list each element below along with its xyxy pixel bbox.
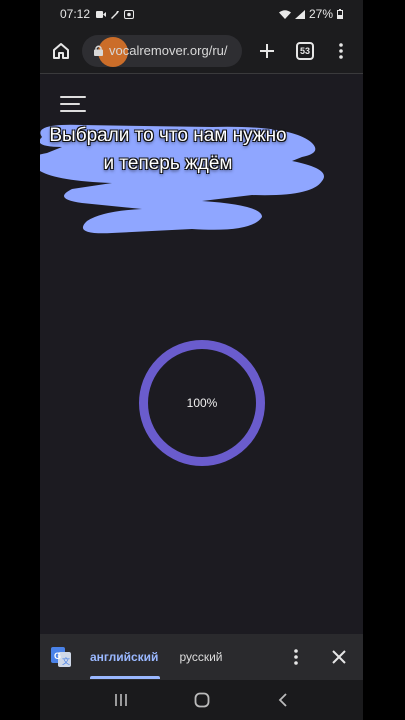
recents-icon bbox=[114, 694, 127, 706]
menu-icon[interactable] bbox=[60, 96, 86, 112]
caption-line-2: и теперь ждём bbox=[103, 153, 233, 174]
status-time: 07:12 bbox=[60, 7, 91, 21]
svg-text:G: G bbox=[54, 651, 61, 661]
home-nav-button[interactable] bbox=[190, 688, 214, 712]
home-icon bbox=[53, 42, 69, 59]
plus-icon bbox=[260, 43, 274, 58]
status-notification-icons bbox=[96, 9, 135, 19]
back-icon bbox=[278, 693, 287, 707]
new-tab-button[interactable] bbox=[252, 36, 282, 66]
tabs-button[interactable]: 53 bbox=[290, 36, 320, 66]
recents-button[interactable] bbox=[109, 688, 133, 712]
progress-percent: 100% bbox=[186, 396, 218, 410]
address-bar[interactable]: vocalremover.org/ru/ bbox=[82, 34, 242, 67]
back-button[interactable] bbox=[271, 688, 295, 712]
home-circle-icon bbox=[194, 692, 209, 708]
video-caption: Выбрали то что нам нужно и теперь ждём bbox=[40, 122, 328, 178]
battery-percent: 27% bbox=[308, 7, 333, 21]
web-page: Выбрали то что нам нужно и теперь ждём 1… bbox=[40, 74, 363, 634]
phone-screen: 07:12 27% vocalremover.org/ru/ 53 Выбрал… bbox=[40, 0, 363, 720]
lock-icon bbox=[94, 45, 103, 56]
close-icon[interactable] bbox=[330, 648, 348, 666]
wrench-icon bbox=[111, 10, 120, 19]
video-icon bbox=[96, 10, 107, 18]
url-text: vocalremover.org/ru/ bbox=[109, 43, 228, 58]
battery-icon bbox=[337, 9, 343, 19]
signal-icon bbox=[294, 9, 305, 19]
translate-bar: G 文 английский русский bbox=[40, 634, 363, 680]
svg-text:文: 文 bbox=[62, 656, 70, 666]
wifi-icon bbox=[278, 9, 291, 19]
caption-line-1: Выбрали то что нам нужно bbox=[49, 125, 287, 146]
status-bar: 07:12 27% bbox=[40, 0, 363, 28]
status-system-icons: 27% bbox=[278, 7, 343, 21]
translate-more-icon[interactable] bbox=[288, 648, 304, 666]
gallery-icon bbox=[124, 9, 135, 19]
browser-menu-button[interactable] bbox=[326, 36, 356, 66]
tabs-icon: 53 bbox=[296, 41, 314, 60]
home-button[interactable] bbox=[46, 36, 76, 66]
browser-toolbar: vocalremover.org/ru/ 53 bbox=[40, 28, 363, 74]
tab-lang-english[interactable]: английский bbox=[90, 650, 161, 679]
more-vert-icon bbox=[339, 42, 343, 59]
tab-lang-russian[interactable]: русский bbox=[179, 650, 222, 664]
google-translate-icon: G 文 bbox=[51, 647, 71, 667]
system-nav-bar bbox=[40, 680, 363, 720]
